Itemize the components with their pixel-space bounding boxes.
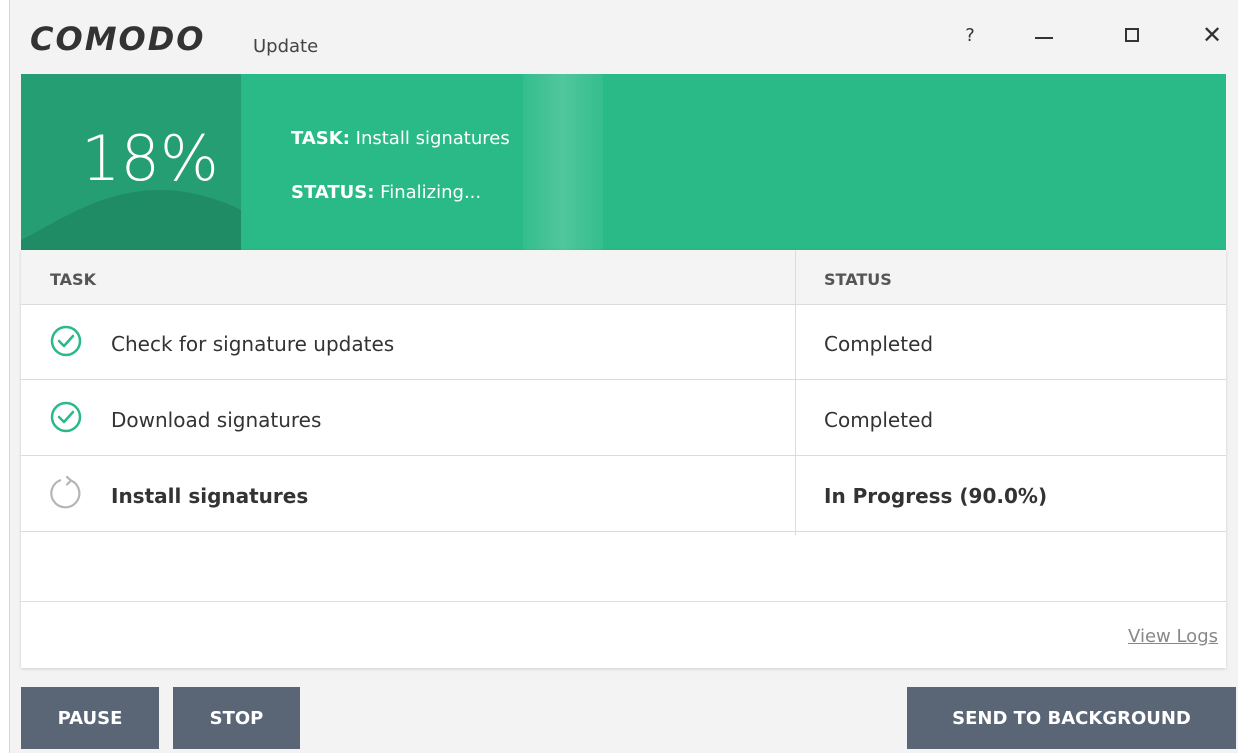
row-status: Completed: [824, 408, 934, 432]
table-row: Download signatures Completed: [21, 380, 1226, 456]
title-bar: COMODO Update ? ✕: [10, 0, 1238, 74]
minimize-icon: [1035, 37, 1053, 39]
current-status: STATUS: Finalizing...: [291, 182, 481, 203]
maximize-button[interactable]: [1112, 18, 1152, 52]
row-task-name: Download signatures: [111, 408, 322, 432]
progress-percent: 18%: [81, 122, 219, 195]
comodo-logo: COMODO: [30, 20, 206, 58]
table-row: Install signatures In Progress (90.0%): [21, 456, 1226, 532]
column-header-status: STATUS: [824, 270, 892, 289]
column-header-task: TASK: [50, 270, 96, 289]
window-title: Update: [253, 36, 319, 57]
task-value: Install signatures: [355, 128, 510, 149]
pause-button[interactable]: PAUSE: [21, 687, 159, 749]
row-status: Completed: [824, 332, 934, 356]
current-task: TASK: Install signatures: [291, 128, 510, 149]
row-task-name: Install signatures: [111, 484, 309, 508]
view-logs-link[interactable]: View Logs: [1128, 626, 1218, 647]
status-label: STATUS:: [291, 182, 375, 203]
table-header: TASK STATUS: [21, 250, 1226, 305]
status-value: Finalizing...: [380, 182, 482, 203]
update-window: COMODO Update ? ✕ 18% TASK: Install sign…: [9, 0, 1238, 753]
close-button[interactable]: ✕: [1192, 18, 1232, 52]
send-to-background-button[interactable]: SEND TO BACKGROUND: [907, 687, 1236, 749]
task-label: TASK:: [291, 128, 350, 149]
spinner-icon: [50, 476, 81, 509]
help-button[interactable]: ?: [950, 18, 990, 52]
stop-button[interactable]: STOP: [173, 687, 300, 749]
task-table: TASK STATUS Check for signature updates …: [21, 250, 1226, 668]
banner-highlight: [523, 74, 603, 250]
progress-banner: 18% TASK: Install signatures STATUS: Fin…: [21, 74, 1226, 250]
minimize-button[interactable]: [1024, 18, 1064, 52]
row-task-name: Check for signature updates: [111, 332, 395, 356]
maximize-icon: [1125, 28, 1139, 42]
check-circle-icon: [50, 325, 82, 357]
check-circle-icon: [50, 401, 82, 433]
row-status: In Progress (90.0%): [824, 484, 1048, 508]
panel-divider: [21, 601, 1226, 602]
table-row: Check for signature updates Completed: [21, 304, 1226, 380]
